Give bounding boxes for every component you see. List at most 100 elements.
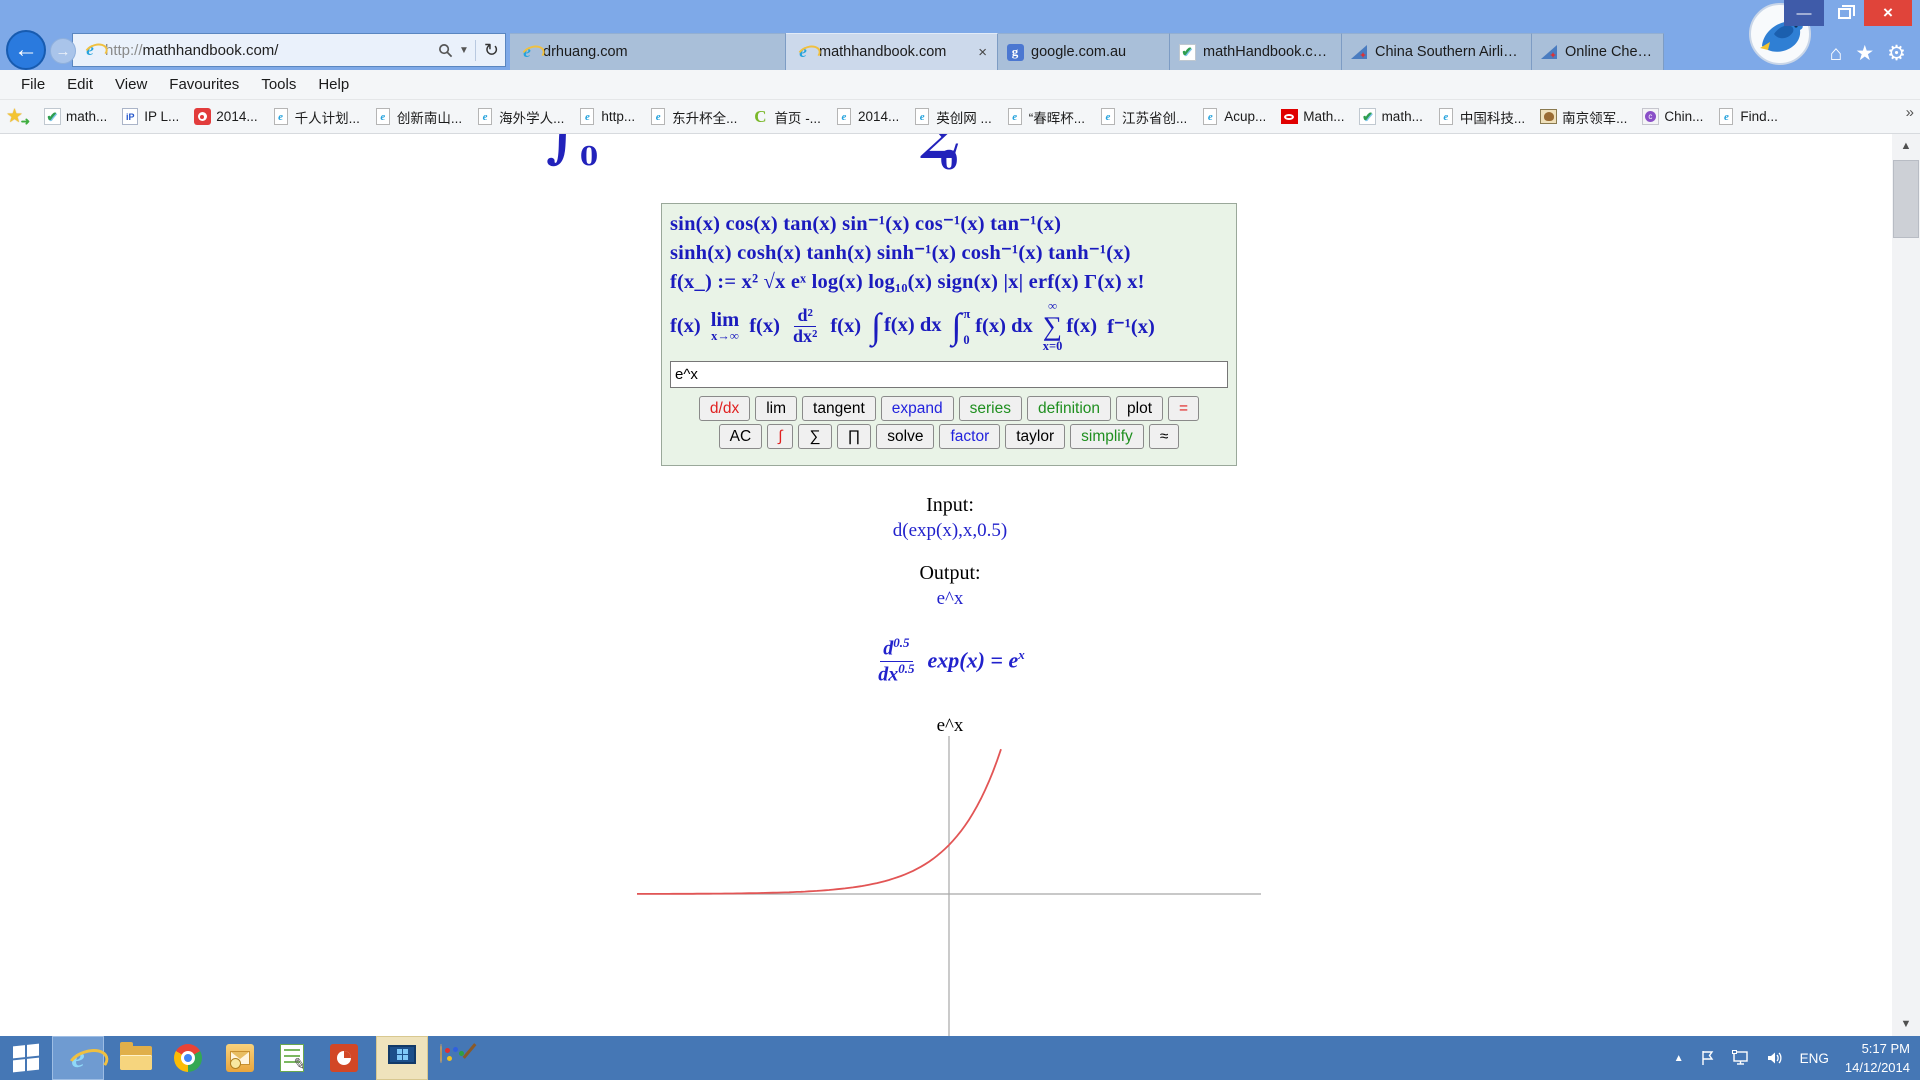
math-button-expand[interactable]: expand: [881, 396, 954, 421]
menu-tools[interactable]: Tools: [250, 76, 307, 93]
math-button--[interactable]: ∏: [837, 424, 872, 449]
trig-functions-line[interactable]: sin(x) cos(x) tan(x) sin⁻¹(x) cos⁻¹(x) t…: [670, 210, 1228, 239]
favorite-item[interactable]: ehttp...: [571, 108, 642, 126]
math-button-plot[interactable]: plot: [1116, 396, 1163, 421]
output-expression[interactable]: e^x: [600, 588, 1300, 610]
math-button-series[interactable]: series: [959, 396, 1022, 421]
tab-mathhandbook-com-[interactable]: ✔mathHandbook.com -...: [1170, 33, 1342, 70]
definite-integral-token[interactable]: ∫ π0 f(x) dx: [951, 306, 1032, 346]
add-favorite-button[interactable]: ★➜: [6, 107, 28, 127]
taskbar-app-file-explorer[interactable]: [110, 1036, 162, 1080]
menu-view[interactable]: View: [104, 76, 158, 93]
math-button--[interactable]: =: [1168, 396, 1199, 421]
favorite-item[interactable]: e江苏省创...: [1092, 107, 1194, 127]
scrollbar-thumb[interactable]: [1893, 160, 1919, 238]
action-center-flag-icon[interactable]: [1700, 1050, 1716, 1066]
start-button[interactable]: [0, 1036, 52, 1080]
tab-google-com-au[interactable]: ggoogle.com.au: [998, 33, 1170, 70]
tab-mathhandbook-com[interactable]: emathhandbook.com×: [786, 33, 998, 70]
tab-close-icon[interactable]: ×: [976, 44, 989, 61]
fx-token[interactable]: f(x): [749, 315, 780, 338]
favorite-item[interactable]: cChin...: [1634, 108, 1710, 126]
clock[interactable]: 5:17 PM 14/12/2014: [1845, 1039, 1910, 1078]
favorite-item[interactable]: ✔math...: [36, 108, 114, 126]
calculus-operators-line[interactable]: f(x) lim x→∞ f(x) d² dx² f(x) ∫ f(x) dx: [670, 297, 1228, 355]
math-button-solve[interactable]: solve: [876, 424, 934, 449]
math-button--[interactable]: ∫: [767, 424, 793, 449]
favorite-item[interactable]: e创新南山...: [367, 107, 469, 127]
hyperbolic-functions-line[interactable]: sinh(x) cosh(x) tanh(x) sinh⁻¹(x) cosh⁻¹…: [670, 239, 1228, 268]
favorite-item[interactable]: ✔math...: [1352, 108, 1430, 126]
favorite-item[interactable]: eFind...: [1710, 108, 1785, 126]
taskbar-app-powerpoint[interactable]: [318, 1036, 370, 1080]
language-indicator[interactable]: ENG: [1800, 1051, 1829, 1066]
favorite-item[interactable]: Math...: [1273, 108, 1351, 126]
taskbar-app-paint[interactable]: [428, 1036, 480, 1080]
minimize-button[interactable]: —: [1784, 0, 1824, 26]
math-button-d-dx[interactable]: d/dx: [699, 396, 750, 421]
inverse-function-token[interactable]: f⁻¹(x): [1107, 314, 1155, 339]
menu-help[interactable]: Help: [307, 76, 360, 93]
search-dropdown-icon[interactable]: ▼: [459, 45, 469, 56]
math-button-factor[interactable]: factor: [939, 424, 1000, 449]
tab-drhuang-com[interactable]: edrhuang.com: [510, 33, 786, 70]
favorite-item[interactable]: e海外学人...: [469, 107, 571, 127]
settings-gear-icon[interactable]: ⚙: [1887, 42, 1906, 66]
address-bar[interactable]: e http://mathhandbook.com/ ▼ ↻: [72, 33, 506, 67]
close-button[interactable]: ×: [1864, 0, 1912, 26]
refresh-icon[interactable]: ↻: [475, 40, 499, 61]
favorite-item[interactable]: e“春晖杯...: [999, 107, 1092, 127]
input-expression[interactable]: d(exp(x),x,0.5): [600, 520, 1300, 542]
integral-token[interactable]: ∫ f(x) dx: [871, 310, 941, 342]
math-button--[interactable]: ∑: [798, 424, 831, 449]
address-url[interactable]: http://mathhandbook.com/: [105, 42, 438, 59]
menu-favourites[interactable]: Favourites: [158, 76, 250, 93]
favorite-item[interactable]: e中国科技...: [1430, 107, 1532, 127]
menu-file[interactable]: File: [10, 76, 56, 93]
fx-token[interactable]: f(x): [830, 315, 861, 338]
favorite-item[interactable]: e东升杯全...: [642, 107, 744, 127]
math-button-tangent[interactable]: tangent: [802, 396, 876, 421]
taskbar-app-remote-desktop[interactable]: [376, 1036, 428, 1080]
second-derivative-token[interactable]: d² dx²: [790, 306, 820, 346]
math-button--[interactable]: ≈: [1149, 424, 1180, 449]
taskbar-app-outlook[interactable]: [214, 1036, 266, 1080]
taskbar-app-internet-explorer[interactable]: e: [52, 1036, 104, 1080]
back-button[interactable]: ←: [6, 30, 46, 70]
math-button-simplify[interactable]: simplify: [1070, 424, 1144, 449]
favorite-item[interactable]: e2014...: [828, 108, 906, 126]
favorite-item[interactable]: eAcup...: [1194, 108, 1273, 126]
math-button-taylor[interactable]: taylor: [1005, 424, 1065, 449]
search-icon[interactable]: [438, 43, 453, 58]
scroll-down-icon[interactable]: ▼: [1892, 1012, 1920, 1036]
tray-expand-icon[interactable]: ▲: [1674, 1053, 1684, 1064]
favorites-star-icon[interactable]: ★: [1855, 42, 1874, 66]
home-icon[interactable]: ⌂: [1830, 42, 1843, 66]
expression-input[interactable]: [670, 361, 1228, 388]
scroll-up-icon[interactable]: ▲: [1892, 134, 1920, 158]
taskbar-app-chrome[interactable]: [162, 1036, 214, 1080]
restore-button[interactable]: [1824, 0, 1864, 26]
vertical-scrollbar[interactable]: ▲ ▼: [1892, 134, 1920, 1036]
math-button-lim[interactable]: lim: [755, 396, 797, 421]
math-button-definition[interactable]: definition: [1027, 396, 1111, 421]
favorite-item[interactable]: iPIP L...: [114, 108, 186, 126]
favorite-item[interactable]: e千人计划...: [265, 107, 367, 127]
volume-icon[interactable]: [1766, 1050, 1784, 1066]
math-button-ac[interactable]: AC: [719, 424, 763, 449]
favorite-item[interactable]: 2014...: [186, 108, 264, 126]
tab-china-southern-airline-[interactable]: China Southern Airline...: [1342, 33, 1532, 70]
favorite-item[interactable]: 南京领军...: [1532, 107, 1634, 127]
taskbar-app-notepad[interactable]: ✎: [266, 1036, 318, 1080]
favorite-item[interactable]: e英创网 ...: [906, 107, 999, 127]
sum-token[interactable]: ∞∑x=0 f(x): [1043, 300, 1097, 352]
fx-token[interactable]: f(x): [670, 315, 701, 338]
forward-button[interactable]: →: [50, 38, 76, 64]
favorites-overflow-chevron[interactable]: »: [1906, 104, 1914, 121]
menu-edit[interactable]: Edit: [56, 76, 104, 93]
tab-online-check-in[interactable]: Online Check-in: [1532, 33, 1664, 70]
network-icon[interactable]: [1732, 1050, 1750, 1066]
limit-token[interactable]: lim x→∞: [711, 310, 739, 343]
misc-functions-line[interactable]: f(x_) := x² √x eˣ log(x) log₁₀(x) sign(x…: [670, 268, 1228, 297]
favorite-item[interactable]: C首页 -...: [744, 107, 828, 127]
